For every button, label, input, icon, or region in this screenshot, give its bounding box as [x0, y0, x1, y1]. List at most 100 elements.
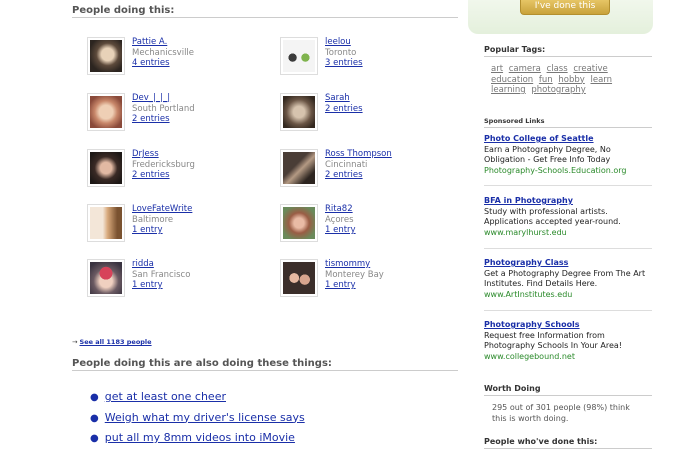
arrow-right-icon: → [72, 338, 78, 346]
bullet-icon: ● [90, 433, 99, 444]
person-entries-link[interactable]: 4 entries [132, 58, 194, 69]
also-doing-title: People doing this are also doing these t… [72, 358, 458, 371]
avatar[interactable] [280, 204, 318, 242]
sponsored-ad: Photo College of Seattle Earn a Photogra… [484, 134, 654, 176]
person-card: tismommy Monterey Bay 1 entry [280, 259, 455, 301]
tag-link[interactable]: learning [491, 85, 526, 95]
see-all-people-link[interactable]: See all 1183 people [80, 338, 152, 346]
avatar[interactable] [280, 37, 318, 75]
tag-link[interactable]: learn [591, 75, 613, 85]
person-entries-link[interactable]: 1 entry [132, 280, 190, 291]
person-entries-link[interactable]: 2 entries [132, 170, 195, 181]
bullet-icon: ● [90, 412, 99, 424]
list-item: ● get at least one cheer [90, 387, 305, 408]
person-entries-link[interactable]: 2 entries [325, 104, 363, 115]
tag-link[interactable]: hobby [558, 75, 584, 85]
avatar[interactable] [280, 259, 318, 297]
tag-cloud: art camera class creative education fun … [491, 64, 621, 96]
person-name-link[interactable]: leelou [325, 37, 363, 48]
tag-link[interactable]: education [491, 75, 533, 85]
ad-url[interactable]: Photography-Schools.Education.org [484, 166, 654, 177]
ad-url[interactable]: www.ArtInstitutes.edu [484, 290, 654, 301]
tag-link[interactable]: class [547, 64, 568, 74]
tag-link[interactable]: camera [509, 64, 541, 74]
sponsored-ad: BFA in Photography Study with profession… [484, 196, 654, 238]
worth-doing-text: 295 out of 301 people (98%) think this i… [492, 403, 630, 423]
also-doing-list: ● get at least one cheer ● Weigh what my d… [90, 387, 305, 449]
person-card: leelou Toronto 3 entries [280, 37, 455, 79]
bullet-icon: ● [90, 392, 99, 403]
sponsored-links-title: Sponsored Links [484, 117, 652, 128]
person-name-link[interactable]: Ross Thompson [325, 149, 392, 160]
ad-url[interactable]: www.collegebound.net [484, 352, 654, 363]
person-entries-link[interactable]: 3 entries [325, 58, 363, 69]
person-location: Toronto [325, 47, 357, 58]
person-name-link[interactable]: DrJess [132, 149, 195, 160]
person-card: Rita82 Açores 1 entry [280, 204, 455, 246]
sponsored-ad: Photography Class Get a Photography Degr… [484, 258, 654, 300]
person-card: Ross Thompson Cincinnati 2 entries [280, 149, 455, 191]
person-name-link[interactable]: Dev_|_|_| [132, 93, 195, 104]
ad-url[interactable]: www.marylhurst.edu [484, 228, 654, 239]
person-name-link[interactable]: LoveFateWrite [132, 204, 192, 215]
person-card: Sarah 2 entries [280, 93, 455, 135]
person-entries-link[interactable]: 2 entries [132, 114, 195, 125]
avatar[interactable] [280, 149, 318, 187]
tag-link[interactable]: fun [539, 75, 553, 85]
divider [484, 248, 652, 249]
ad-title-link[interactable]: BFA in Photography [484, 196, 654, 207]
avatar[interactable] [87, 204, 125, 242]
sponsored-ad: Photography Schools Request free Informa… [484, 320, 654, 362]
person-location: Mechanicsville [132, 47, 195, 58]
person-card: Dev_|_|_| South Portland 2 entries [87, 93, 262, 135]
avatar[interactable] [280, 93, 318, 131]
see-all-people: → See all 1183 people [72, 338, 152, 346]
person-entries-link[interactable]: 1 entry [132, 225, 192, 236]
people-section-title: People doing this: [72, 5, 458, 18]
avatar[interactable] [87, 93, 125, 131]
avatar[interactable] [87, 259, 125, 297]
ad-body: Study with professional artists. Applica… [484, 206, 621, 227]
person-name-link[interactable]: ridda [132, 259, 190, 270]
person-entries-link[interactable]: 1 entry [325, 225, 356, 236]
person-entries-link[interactable]: 1 entry [325, 280, 384, 291]
avatar[interactable] [87, 37, 125, 75]
person-location: Cincinnati [325, 159, 368, 170]
person-location: Fredericksburg [132, 159, 195, 170]
ad-body: Get a Photography Degree From The Art In… [484, 268, 646, 289]
person-location: Baltimore [132, 214, 174, 225]
person-card: DrJess Fredericksburg 2 entries [87, 149, 262, 191]
ad-body: Earn a Photography Degree, No Obligation… [484, 144, 611, 165]
person-name-link[interactable]: Sarah [325, 93, 363, 104]
avatar[interactable] [87, 149, 125, 187]
person-card: Pattie A. Mechanicsville 4 entries [87, 37, 262, 79]
tag-link[interactable]: photography [531, 85, 585, 95]
ive-done-this-button[interactable]: I've done this [520, 0, 610, 15]
ad-body: Request free Information from Photograph… [484, 330, 622, 351]
person-name-link[interactable]: Pattie A. [132, 37, 194, 48]
person-location: Açores [325, 214, 354, 225]
divider [484, 310, 652, 311]
person-name-link[interactable]: tismommy [325, 259, 384, 270]
also-doing-link[interactable]: get at least one cheer [105, 390, 226, 403]
person-name-link[interactable]: Rita82 [325, 204, 356, 215]
people-done-title: People who've done this: [484, 437, 652, 449]
person-location: Monterey Bay [325, 269, 384, 280]
list-item: ● put all my 8mm videos into iMovie [90, 428, 305, 449]
tag-link[interactable]: art [491, 64, 503, 74]
divider [484, 185, 652, 186]
popular-tags-title: Popular Tags: [484, 45, 652, 57]
person-entries-link[interactable]: 2 entries [325, 170, 392, 181]
person-card: ridda San Francisco 1 entry [87, 259, 262, 301]
person-location: San Francisco [132, 269, 191, 280]
tag-link[interactable]: creative [573, 64, 607, 74]
list-item: ● Weigh what my driver's license says [90, 408, 305, 429]
worth-doing-title: Worth Doing [484, 384, 652, 396]
person-card: LoveFateWrite Baltimore 1 entry [87, 204, 262, 246]
ad-title-link[interactable]: Photography Class [484, 258, 654, 269]
person-location: South Portland [132, 103, 195, 114]
ad-title-link[interactable]: Photo College of Seattle [484, 134, 654, 145]
also-doing-link[interactable]: Weigh what my driver's license says [105, 411, 305, 424]
ad-title-link[interactable]: Photography Schools [484, 320, 654, 331]
also-doing-link[interactable]: put all my 8mm videos into iMovie [105, 431, 295, 444]
